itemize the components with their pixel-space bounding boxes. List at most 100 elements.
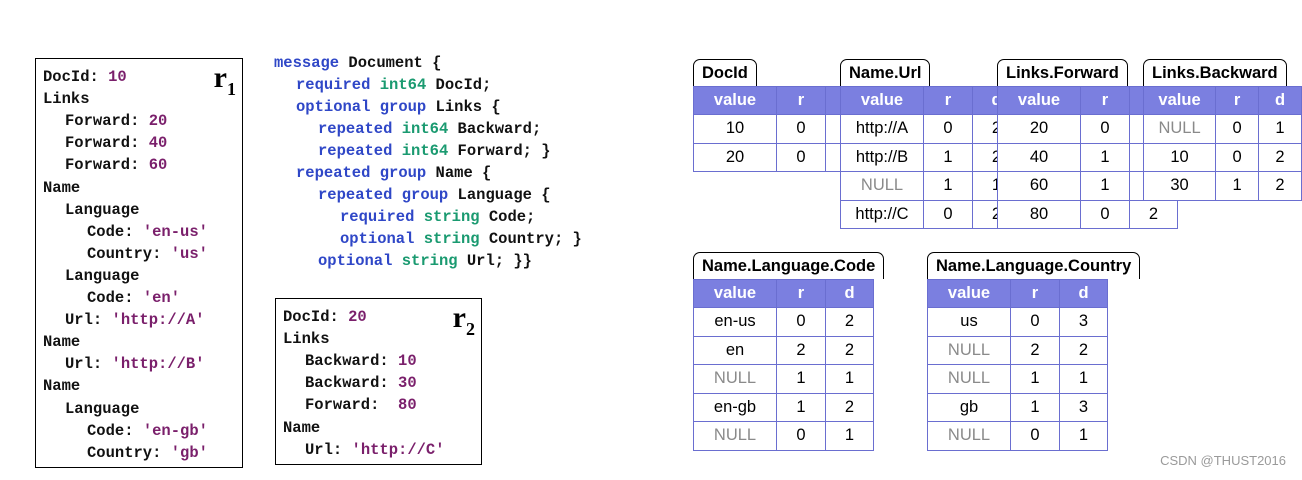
schema-type: int64: [379, 76, 427, 94]
header-r: r: [1215, 86, 1259, 115]
schema-field: Url; }}: [457, 252, 532, 270]
record-r1-label: r1: [213, 61, 236, 100]
cell-repetition-level: 0: [1080, 114, 1130, 144]
record-r2-line: Forward: 80: [305, 394, 417, 416]
schema-keyword: optional: [318, 252, 393, 270]
column-table-name-language-country: value r d us 0 3 NULL 2 2 NULL 1 1 gb 1 3 NULL 0 1: [927, 279, 1108, 451]
record-r1-line: Language: [65, 398, 139, 420]
field-value: 'en-gb': [142, 421, 208, 440]
header-row: valuerd: [840, 86, 1021, 115]
record-r1: r1 DocId: 10 Links Forward: 20 Forward: 40 F…: [35, 58, 243, 468]
cell-definition-level: 2: [1258, 142, 1302, 172]
field-name: Country: [87, 443, 153, 462]
record-r1-line: Code: 'en-gb': [87, 420, 208, 442]
schema-type: string: [423, 230, 480, 248]
record-r2-line: Backward: 30: [305, 372, 417, 394]
record-r2-line: Url: 'http://C': [305, 439, 445, 461]
cell-value: 30: [1142, 171, 1217, 201]
record-r1-line: Name: [43, 331, 80, 353]
cell-value: NULL: [927, 335, 1011, 365]
header-d: d: [825, 279, 874, 308]
record-r2-line: Links: [283, 328, 330, 350]
separator: :: [379, 374, 399, 393]
header-r: r: [1010, 279, 1060, 308]
schema-field: Country; }: [479, 230, 582, 248]
field-value: 'us': [170, 244, 208, 263]
column-table-links-backward: value r d NULL 0 1 10 0 2 30 1 2: [1142, 86, 1302, 201]
field-name: Backward: [305, 374, 380, 393]
header-d: d: [1258, 86, 1302, 115]
schema-keyword: message: [274, 54, 340, 72]
table-row: NULL 1 1: [927, 364, 1108, 394]
cell-repetition-level: 1: [1080, 171, 1130, 201]
cell-value: 60: [997, 171, 1081, 201]
field-name: Links: [43, 90, 90, 109]
field-name: Language: [65, 200, 140, 219]
field-name: Code: [87, 289, 125, 307]
schema-type: string: [401, 252, 458, 270]
cell-repetition-level: 0: [923, 114, 973, 144]
schema-type: int64: [401, 142, 449, 160]
cell-value: http://B: [840, 142, 924, 172]
schema-field: Links {: [426, 98, 501, 116]
field-name: Forward: [65, 112, 131, 131]
table-row: 10 0 2: [1142, 142, 1302, 172]
watermark: CSDN @THUST2016: [1160, 453, 1286, 468]
header-r: r: [923, 86, 973, 115]
schema-field: Name {: [426, 164, 492, 182]
cell-definition-level: 2: [1258, 171, 1302, 201]
header-row: valuerd: [927, 279, 1108, 308]
schema-type: string: [423, 208, 480, 226]
header-row: valuerd: [693, 279, 874, 308]
schema-line: repeated int64 Forward; }: [318, 140, 551, 162]
field-name: Code: [87, 421, 125, 440]
column-title-docid: DocId: [693, 59, 757, 86]
cell-definition-level: 3: [1059, 307, 1108, 337]
record-r1-line: Links: [43, 88, 90, 110]
field-name: Name: [43, 178, 81, 197]
field-name: Url: [65, 355, 93, 374]
cell-value: 20: [997, 114, 1081, 144]
table-row: NULL 0 1: [927, 421, 1108, 451]
cell-value: 80: [997, 199, 1081, 229]
table-row: gb 1 3: [927, 392, 1108, 422]
record-r2-line: Name: [283, 417, 320, 439]
cell-definition-level: 1: [825, 421, 874, 451]
schema-line: required string Code;: [340, 206, 535, 228]
table-row: http://C 0 2: [840, 199, 1021, 229]
field-value: 10: [398, 352, 417, 371]
cell-definition-level: 2: [825, 307, 874, 337]
schema-keyword: optional: [340, 230, 415, 248]
cell-repetition-level: 1: [776, 364, 826, 394]
cell-repetition-level: 1: [1080, 142, 1130, 172]
cell-repetition-level: 0: [1080, 199, 1130, 229]
field-value: 'http://B': [111, 355, 205, 374]
schema-definition: message Document {required int64 DocId; o…: [274, 52, 654, 282]
table-row: en 2 2: [693, 335, 874, 365]
separator: :: [92, 355, 112, 374]
cell-repetition-level: 1: [776, 392, 826, 422]
cell-value: en-us: [693, 307, 777, 337]
cell-value: http://A: [840, 114, 924, 144]
separator: :: [130, 112, 149, 131]
record-r2-line: Backward: 10: [305, 350, 417, 372]
cell-definition-level: 2: [825, 335, 874, 365]
field-name: Name: [283, 418, 321, 437]
field-name: Name: [43, 377, 81, 396]
header-r: r: [776, 279, 826, 308]
cell-repetition-level: 0: [1215, 114, 1259, 144]
field-name: DocId: [43, 68, 90, 86]
field-name: Code: [87, 222, 125, 241]
schema-type: int64: [401, 120, 449, 138]
cell-definition-level: 1: [1258, 114, 1302, 144]
table-row: us 0 3: [927, 307, 1108, 337]
table-row: 80 0 2: [997, 199, 1178, 229]
cell-repetition-level: 0: [1010, 307, 1060, 337]
header-value: value: [840, 86, 924, 115]
schema-field: Code;: [479, 208, 536, 226]
field-name: DocId: [283, 308, 330, 326]
schema-keyword: required: [340, 208, 415, 226]
cell-value: NULL: [927, 364, 1011, 394]
header-row: valuerd: [1142, 86, 1302, 115]
column-title-name-url: Name.Url: [840, 59, 931, 86]
